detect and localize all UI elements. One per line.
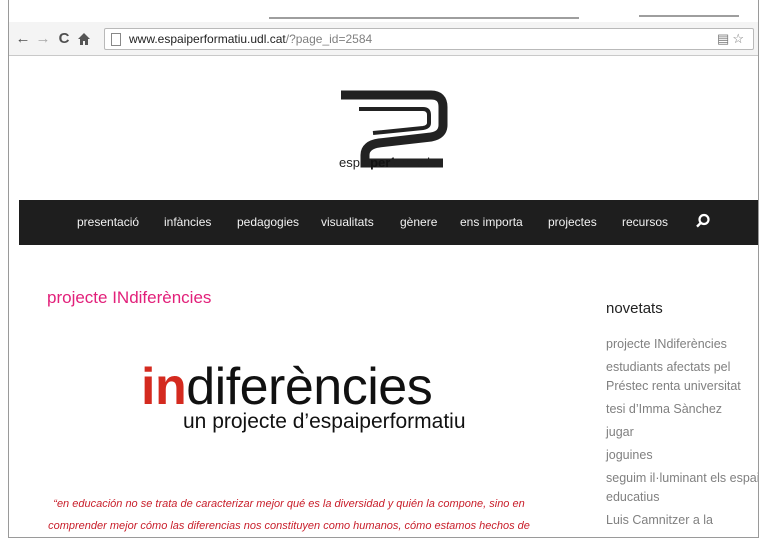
back-arrow-icon[interactable]: ← xyxy=(14,29,32,49)
banner-subtitle: un projecte d’espaiperformatiu xyxy=(183,410,466,433)
forward-arrow-icon[interactable]: → xyxy=(34,29,52,49)
web-page: espaiperformatiu presentació infàncies p… xyxy=(9,57,758,537)
quote-text: “en educación no se trata de caracteriza… xyxy=(29,493,549,537)
url-text[interactable]: www.espaiperformatiu.udl.cat/?page_id=25… xyxy=(129,32,372,46)
sidebar-link[interactable]: seguim il·luminant els espais educatius xyxy=(606,469,758,507)
nav-item-genere[interactable]: gènere xyxy=(400,215,437,229)
sidebar-link[interactable]: jugar xyxy=(606,423,758,442)
search-icon[interactable] xyxy=(695,213,711,229)
address-bar[interactable]: www.espaiperformatiu.udl.cat/?page_id=25… xyxy=(104,28,754,50)
tab-strip xyxy=(9,0,758,22)
nav-item-pedagogies[interactable]: pedagogies xyxy=(237,215,299,229)
nav-item-recursos[interactable]: recursos xyxy=(622,215,668,229)
tab-edge xyxy=(269,17,579,19)
sidebar-link[interactable]: Luis Camnitzer a la xyxy=(606,511,758,530)
sidebar-link[interactable]: joguines xyxy=(606,446,758,465)
nav-item-projectes[interactable]: projectes xyxy=(548,215,597,229)
translate-icon[interactable]: ▤ xyxy=(717,31,732,46)
nav-item-presentacio[interactable]: presentació xyxy=(77,215,139,229)
sidebar: novetats projecte INdiferències estudian… xyxy=(606,300,758,534)
browser-toolbar: ← → C www.espaiperformatiu.udl.cat/?page… xyxy=(9,22,758,56)
browser-window: ← → C www.espaiperformatiu.udl.cat/?page… xyxy=(8,0,759,538)
nav-item-ens-importa[interactable]: ens importa xyxy=(460,215,523,229)
home-icon[interactable] xyxy=(75,29,93,49)
sidebar-link[interactable]: tesi d’Imma Sànchez xyxy=(606,400,758,419)
sidebar-link[interactable]: projecte INdiferències xyxy=(606,335,758,354)
quote-line: “en educación no se trata de caracteriza… xyxy=(53,498,525,510)
tab-edge xyxy=(639,15,739,17)
quote-line: comprender mejor cómo las diferencias no… xyxy=(48,520,530,532)
banner-title: indiferències xyxy=(141,358,433,416)
recent-posts-list: projecte INdiferències estudiants afecta… xyxy=(606,335,758,530)
nav-item-visualitats[interactable]: visualitats xyxy=(321,215,374,229)
main-navigation: presentació infàncies pedagogies visuali… xyxy=(19,200,758,245)
star-icon[interactable]: ☆ xyxy=(732,31,747,46)
reload-icon[interactable]: C xyxy=(55,29,73,49)
logo-wordmark[interactable]: espaiperformatiu xyxy=(339,155,437,170)
nav-item-infancies[interactable]: infàncies xyxy=(164,215,211,229)
page-icon xyxy=(111,33,121,46)
sidebar-title: novetats xyxy=(606,300,663,317)
sidebar-link[interactable]: estudiants afectats pel Préstec renta un… xyxy=(606,358,758,396)
post-title[interactable]: projecte INdiferències xyxy=(47,288,211,308)
